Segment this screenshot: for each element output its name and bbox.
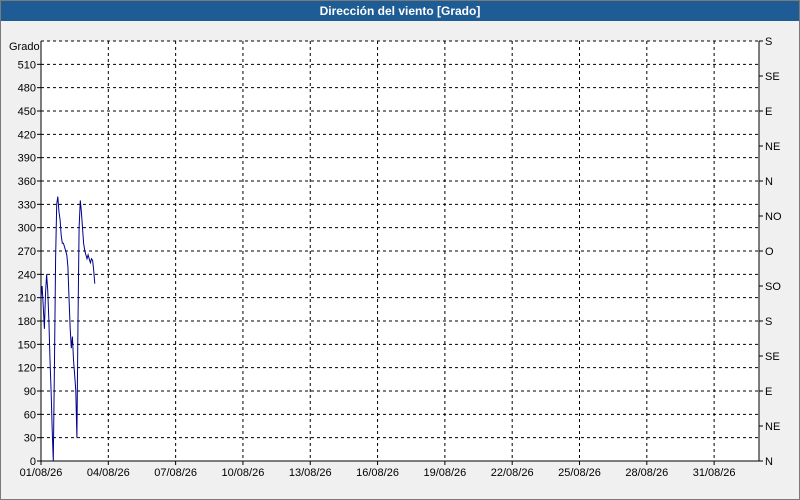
right-axis-label: SE <box>765 351 780 363</box>
right-axis-label: NO <box>765 211 782 223</box>
x-tick-label: 31/08/26 <box>693 467 736 479</box>
right-axis-label: N <box>765 456 773 468</box>
y-tick-label: 510 <box>18 59 36 71</box>
right-axis-label: NE <box>765 421 780 433</box>
x-tick-label: 28/08/26 <box>625 467 668 479</box>
y-tick-label: 210 <box>18 293 36 305</box>
x-tick-label: 01/08/26 <box>20 467 63 479</box>
y-tick-label: 180 <box>18 316 36 328</box>
y-tick-label: 60 <box>24 409 36 421</box>
x-tick-label: 25/08/26 <box>558 467 601 479</box>
y-tick-label: 420 <box>18 129 36 141</box>
x-tick-label: 22/08/26 <box>491 467 534 479</box>
x-tick-label: 19/08/26 <box>423 467 466 479</box>
y-tick-label: 450 <box>18 106 36 118</box>
y-tick-label: 270 <box>18 246 36 258</box>
y-tick-label: 480 <box>18 83 36 95</box>
right-axis-label: SE <box>765 71 780 83</box>
right-axis-label: NE <box>765 141 780 153</box>
y-tick-label: 360 <box>18 176 36 188</box>
y-tick-label: 240 <box>18 269 36 281</box>
x-tick-label: 07/08/26 <box>154 467 197 479</box>
y-tick-label: 90 <box>24 386 36 398</box>
x-tick-label: 10/08/26 <box>222 467 265 479</box>
right-axis-label: S <box>765 36 772 48</box>
chart-window: Dirección del viento [Grado] Grado 0 30 60… <box>0 0 800 500</box>
y-tick-label: 30 <box>24 433 36 445</box>
right-axis-label: S <box>765 316 772 328</box>
x-tick-label: 16/08/26 <box>356 467 399 479</box>
x-tick-label: 13/08/26 <box>289 467 332 479</box>
right-axis-label: E <box>765 386 772 398</box>
chart-title: Dirección del viento [Grado] <box>1 1 799 21</box>
y-tick-label: 150 <box>18 339 36 351</box>
plot-area <box>41 41 759 461</box>
y-tick-label: 120 <box>18 363 36 375</box>
y-tick-label: 330 <box>18 199 36 211</box>
right-axis-label: SO <box>765 281 781 293</box>
right-axis-label: O <box>765 246 774 258</box>
y-tick-label: 390 <box>18 153 36 165</box>
y-tick-label: 300 <box>18 223 36 235</box>
right-axis-label: E <box>765 106 772 118</box>
wind-direction-chart: 0306090120150180210240270300330360390420… <box>18 36 782 479</box>
x-tick-label: 04/08/26 <box>87 467 130 479</box>
right-axis-label: N <box>765 176 773 188</box>
